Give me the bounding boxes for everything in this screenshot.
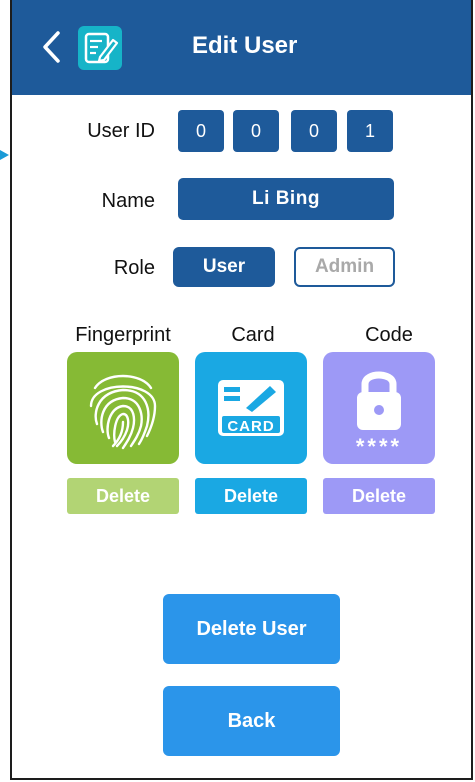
code-label: Code <box>365 324 413 346</box>
card-tile[interactable]: CARD <box>195 352 307 464</box>
offscreen-pointer-arrow <box>0 150 9 160</box>
card-label: Card <box>231 324 275 346</box>
device-screen: Edit User User ID 0 0 0 1 Name Li Bing R… <box>10 0 473 780</box>
code-tile[interactable]: **** <box>323 352 435 464</box>
edit-note-icon <box>78 26 122 70</box>
page-title: Edit User <box>192 32 298 59</box>
user-id-digit-3[interactable]: 0 <box>291 110 337 152</box>
user-id-label: User ID <box>87 120 155 142</box>
card-delete-button[interactable]: Delete <box>195 478 307 514</box>
delete-user-button[interactable]: Delete User <box>163 594 340 664</box>
user-id-digit-2[interactable]: 0 <box>233 110 279 152</box>
lock-icon <box>357 371 401 430</box>
back-button[interactable]: Back <box>163 686 340 756</box>
title-bar: Edit User <box>12 0 471 95</box>
user-id-digit-1[interactable]: 0 <box>178 110 224 152</box>
role-label: Role <box>113 257 155 279</box>
code-delete-button[interactable]: Delete <box>323 478 435 514</box>
code-mask-text: **** <box>355 434 403 459</box>
chevron-left-icon[interactable] <box>40 30 62 64</box>
role-user-button[interactable]: User <box>173 247 275 287</box>
fingerprint-icon <box>89 374 157 450</box>
fingerprint-delete-button[interactable]: Delete <box>67 478 179 514</box>
fingerprint-tile[interactable] <box>67 352 179 464</box>
name-label: Name <box>101 190 155 212</box>
name-field[interactable]: Li Bing <box>178 178 394 220</box>
card-icon-text: CARD <box>227 418 275 435</box>
fingerprint-label: Fingerprint <box>75 324 171 346</box>
user-id-digit-4[interactable]: 1 <box>347 110 393 152</box>
role-admin-button[interactable]: Admin <box>294 247 395 287</box>
